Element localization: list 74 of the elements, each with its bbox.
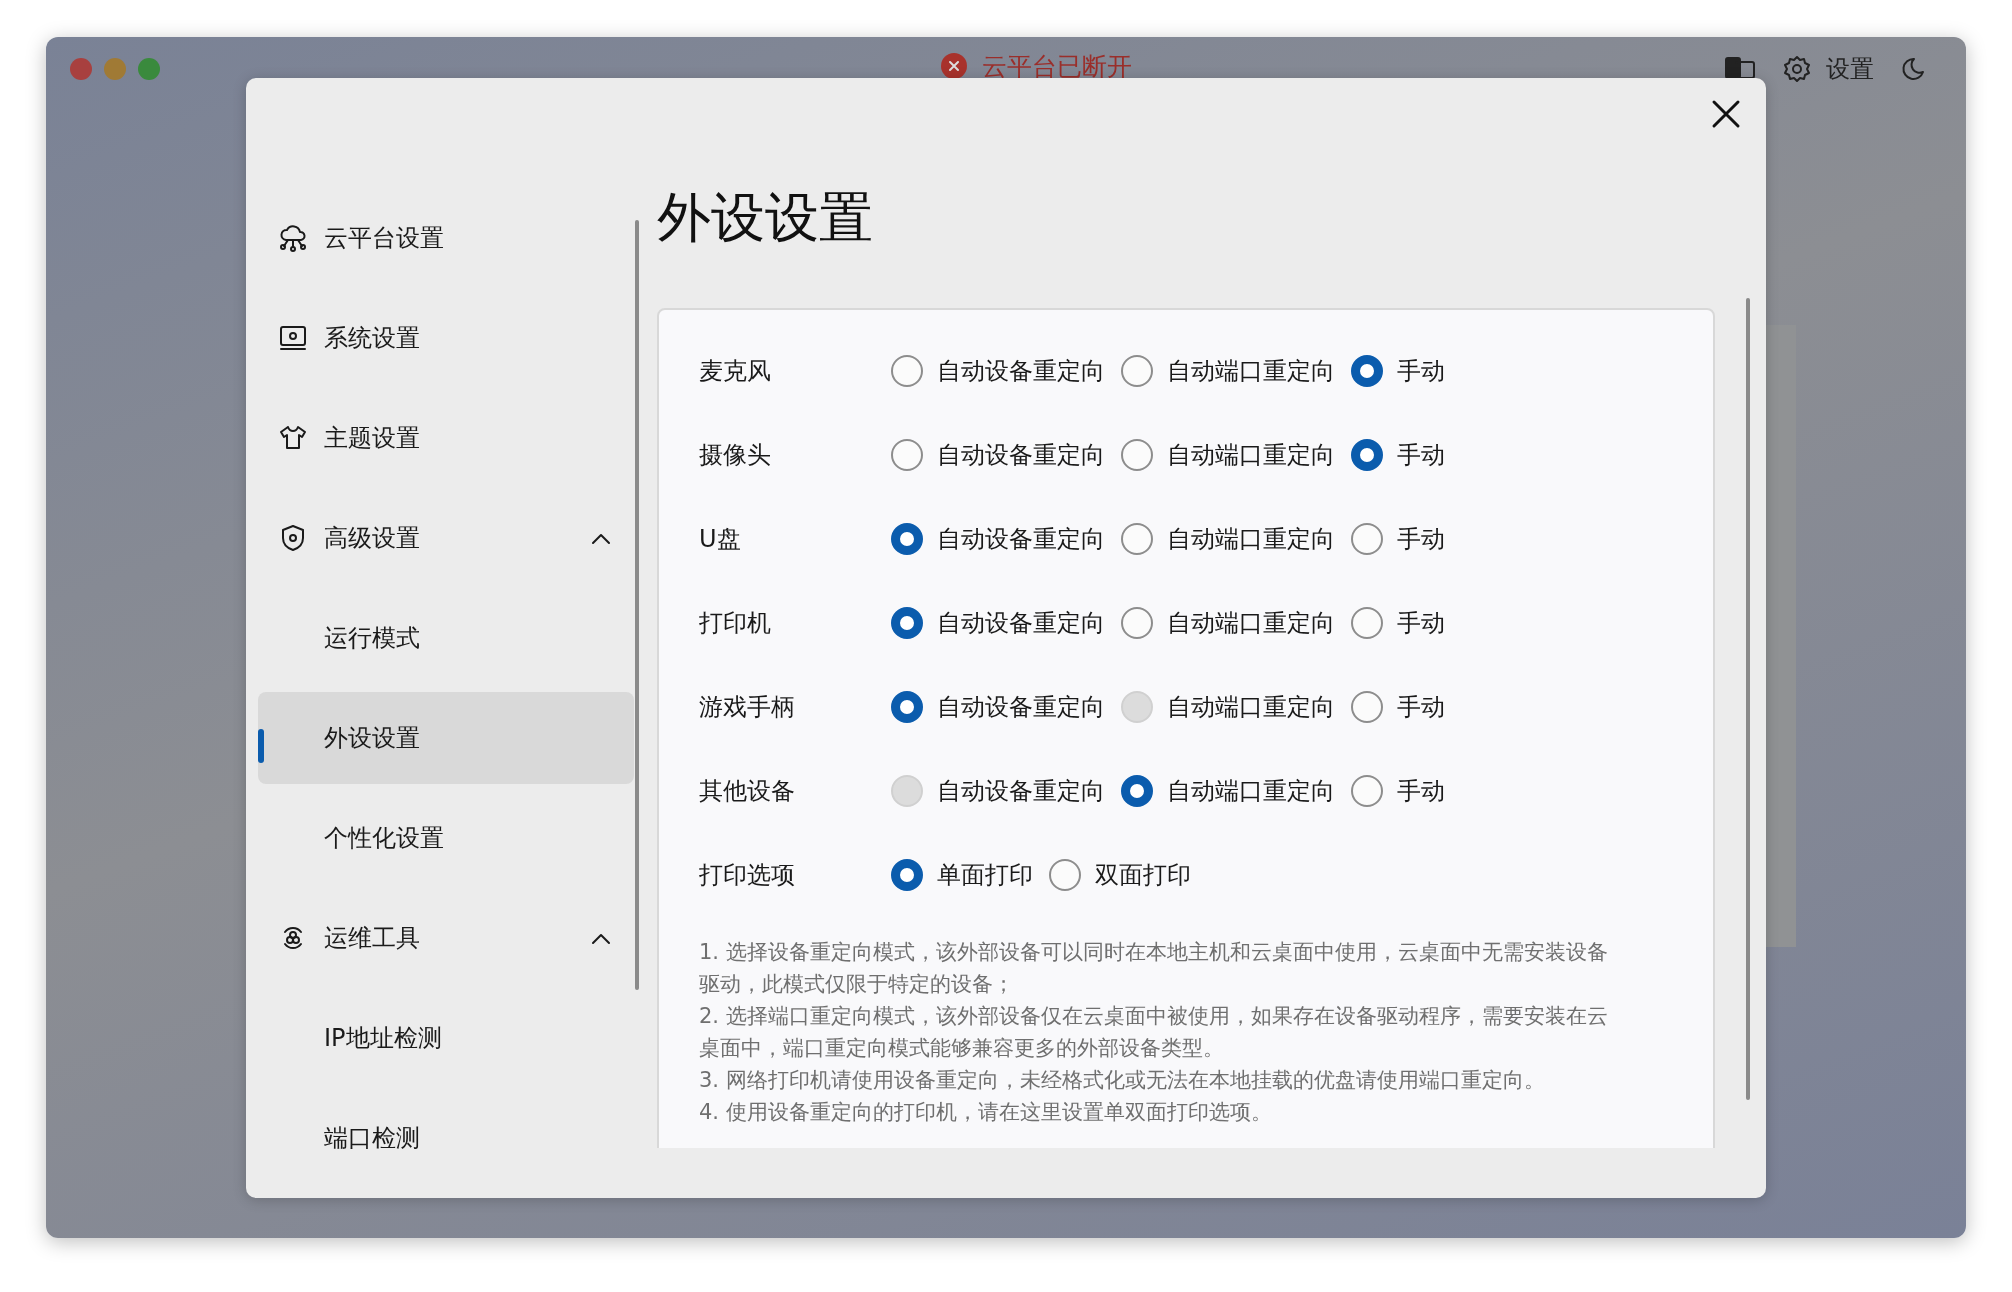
radio-option[interactable]: 手动 — [1351, 355, 1445, 387]
setting-label: 游戏手柄 — [699, 692, 796, 723]
radio-option[interactable]: 自动端口重定向 — [1121, 775, 1335, 807]
setting-label: 麦克风 — [699, 356, 772, 387]
setting-label: 打印机 — [699, 608, 772, 639]
sidebar-item[interactable]: 个性化设置 — [258, 792, 634, 884]
error-icon — [940, 52, 968, 80]
sidebar-item[interactable]: 运行模式 — [258, 592, 634, 684]
radio-option[interactable]: 自动设备重定向 — [891, 523, 1105, 555]
radio-option[interactable]: 手动 — [1351, 523, 1445, 555]
note-text: 1. 选择设备重定向模式，该外部设备可以同时在本地主机和云桌面中使用，云桌面中无需安装设备驱动，此模式仅限于特定的设备； — [699, 939, 1609, 998]
radio-button[interactable] — [1351, 439, 1383, 471]
sidebar-item[interactable]: 高级设置 — [258, 492, 634, 584]
radio-option[interactable]: 自动设备重定向 — [891, 691, 1105, 723]
cloud-network-icon — [278, 223, 308, 253]
setting-label: 其他设备 — [699, 776, 796, 807]
monitor-icon — [278, 323, 308, 353]
radio-button[interactable] — [1351, 775, 1383, 807]
chevron-up-icon[interactable] — [590, 531, 612, 545]
close-icon[interactable] — [1711, 99, 1741, 129]
setting-label: 打印选项 — [699, 860, 796, 891]
radio-button[interactable] — [1121, 523, 1153, 555]
settings-icon — [1782, 54, 1812, 84]
zoom-dot[interactable] — [138, 58, 160, 80]
radio-option[interactable]: 手动 — [1351, 607, 1445, 639]
radio-button[interactable] — [1351, 607, 1383, 639]
close-dot[interactable] — [70, 58, 92, 80]
radio-button[interactable] — [891, 355, 923, 387]
note-text: 3. 网络打印机请使用设备重定向，未经格式化或无法在本地挂载的优盘请使用端口重定向。 — [699, 1067, 1546, 1094]
radio-button[interactable] — [1121, 775, 1153, 807]
scrollbar[interactable] — [1746, 298, 1750, 1100]
radio-option[interactable]: 双面打印 — [1049, 859, 1191, 891]
radio-option[interactable]: 自动设备重定向 — [891, 355, 1105, 387]
minimize-dot[interactable] — [104, 58, 126, 80]
radio-button[interactable] — [1121, 355, 1153, 387]
sidebar-item[interactable]: 外设设置 — [258, 692, 634, 784]
page-title: 外设设置 — [657, 185, 873, 251]
radio-button[interactable] — [891, 859, 923, 891]
radio-button[interactable] — [1121, 439, 1153, 471]
sidebar-item[interactable]: 云平台设置 — [258, 192, 634, 284]
radio-option[interactable]: 自动设备重定向 — [891, 607, 1105, 639]
radio-option[interactable]: 单面打印 — [891, 859, 1033, 891]
sidebar-item[interactable]: IP地址检测 — [258, 992, 634, 1084]
radio-button[interactable] — [1351, 355, 1383, 387]
radio-button[interactable] — [891, 439, 923, 471]
radio-option[interactable]: 自动端口重定向 — [1121, 439, 1335, 471]
radio-button[interactable] — [1049, 859, 1081, 891]
radio-button[interactable] — [1351, 691, 1383, 723]
selection-indicator — [258, 729, 264, 763]
radio-option[interactable]: 手动 — [1351, 439, 1445, 471]
settings-button[interactable]: 设置 — [1782, 53, 1874, 85]
note-text: 4. 使用设备重定向的打印机，请在这里设置单双面打印选项。 — [699, 1099, 1273, 1126]
sidebar-item[interactable]: 系统设置 — [258, 292, 634, 384]
window-title: 云平台已断开 — [982, 50, 1132, 83]
radio-option[interactable]: 手动 — [1351, 775, 1445, 807]
radio-option[interactable]: 自动端口重定向 — [1121, 607, 1335, 639]
setting-label: U盘 — [699, 524, 742, 555]
sidebar-item[interactable]: 主题设置 — [258, 392, 634, 484]
radio-button[interactable] — [891, 607, 923, 639]
radio-option[interactable]: 自动端口重定向 — [1121, 523, 1335, 555]
radio-button[interactable] — [1121, 607, 1153, 639]
radio-option[interactable]: 自动端口重定向 — [1121, 355, 1335, 387]
moon-icon[interactable] — [1900, 56, 1926, 82]
scrollbar[interactable] — [635, 220, 639, 990]
radio-button[interactable] — [891, 691, 923, 723]
setting-label: 摄像头 — [699, 440, 772, 471]
sidebar-item[interactable]: 运维工具 — [258, 892, 634, 984]
note-text: 2. 选择端口重定向模式，该外部设备仅在云桌面中被使用，如果存在设备驱动程序，需要安装在云桌面中，端口重定向模式能够兼容更多的外部设备类型。 — [699, 1003, 1609, 1062]
chevron-up-icon[interactable] — [590, 931, 612, 945]
sidebar-item[interactable]: 端口检测 — [258, 1092, 634, 1184]
radio-option[interactable]: 手动 — [1351, 691, 1445, 723]
radio-button[interactable] — [1351, 523, 1383, 555]
radio-option[interactable]: 自动设备重定向 — [891, 439, 1105, 471]
radio-button[interactable] — [891, 523, 923, 555]
